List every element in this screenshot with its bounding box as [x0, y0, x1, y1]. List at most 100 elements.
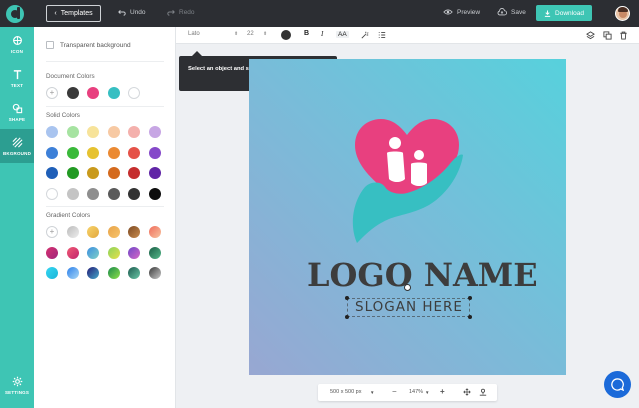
background-tool-icon [12, 137, 22, 147]
gradient-color-swatch[interactable] [46, 267, 58, 279]
solid-color-swatch[interactable] [87, 187, 99, 200]
zoom-level[interactable]: 147% [409, 389, 423, 395]
gradient-color-swatch[interactable] [107, 246, 120, 259]
reset-view-icon[interactable] [479, 388, 487, 396]
format-toolbar: Lato ⬍ 22 ⬍ B I AA [176, 27, 639, 44]
solid-color-swatch[interactable] [107, 126, 120, 138]
save-button[interactable]: Save [497, 8, 526, 16]
templates-label: Templates [60, 10, 93, 17]
trash-icon[interactable] [619, 31, 628, 40]
app-logo[interactable] [6, 5, 24, 23]
font-size-chevron-icon: ⬍ [263, 31, 268, 37]
resize-handle-top-right[interactable] [468, 296, 472, 300]
solid-color-swatch[interactable] [66, 146, 79, 159]
document-color-swatch[interactable] [87, 87, 99, 99]
gradient-color-swatch[interactable] [148, 226, 161, 238]
solid-color-swatch[interactable] [107, 187, 120, 200]
solid-color-swatch[interactable] [148, 187, 161, 200]
zoom-select-caret-icon: ▼ [425, 390, 430, 395]
solid-color-swatch[interactable] [128, 146, 140, 159]
gradient-color-swatch[interactable] [128, 267, 140, 279]
fit-screen-icon[interactable] [463, 388, 471, 396]
undo-button[interactable]: Undo [118, 8, 146, 16]
solid-colors-label: Solid Colors [46, 112, 80, 119]
nav-settings[interactable]: SETTINGS [0, 368, 34, 402]
nav-icon[interactable]: ICON [0, 27, 34, 61]
canvas-size-select[interactable]: 500 x 500 px [330, 389, 362, 395]
gradient-color-swatch[interactable] [107, 226, 120, 238]
transparent-background-checkbox[interactable] [46, 41, 54, 49]
resize-handle-top-left[interactable] [345, 296, 349, 300]
gradient-colors-label: Gradient Colors [46, 212, 91, 219]
solid-color-swatch[interactable] [66, 167, 79, 179]
zoom-bar: 500 x 500 px ▼ − 147% ▼ + [318, 384, 497, 401]
add-gradient-color-button[interactable]: + [46, 226, 58, 238]
shape-tool-icon [12, 103, 22, 113]
rotate-handle[interactable] [404, 284, 411, 291]
user-avatar[interactable] [615, 6, 630, 21]
gradient-color-swatch[interactable] [107, 267, 120, 279]
bold-button[interactable]: B [304, 30, 309, 37]
effects-icon[interactable] [361, 31, 369, 39]
solid-color-swatch[interactable] [46, 126, 58, 138]
text-color-picker[interactable] [281, 30, 291, 40]
download-button[interactable]: Download [536, 5, 592, 21]
add-document-color-button[interactable]: + [46, 87, 58, 99]
solid-color-swatch[interactable] [148, 146, 161, 159]
gradient-color-swatch[interactable] [66, 226, 79, 238]
slogan-text[interactable]: SLOGAN HERE [348, 299, 470, 315]
solid-color-swatch[interactable] [107, 146, 120, 159]
solid-color-swatch[interactable] [87, 146, 99, 159]
layers-icon[interactable] [586, 31, 595, 40]
list-icon[interactable] [378, 31, 386, 39]
chat-button[interactable] [604, 371, 631, 398]
parent-head [389, 137, 401, 149]
gradient-color-swatch[interactable] [46, 246, 58, 259]
gradient-color-swatch[interactable] [87, 226, 99, 238]
gradient-color-swatch[interactable] [148, 267, 161, 279]
templates-button[interactable]: ‹ Templates [46, 5, 101, 22]
gradient-color-swatch[interactable] [128, 246, 140, 259]
logo-graphic[interactable] [349, 115, 465, 247]
solid-color-swatch[interactable] [87, 167, 99, 179]
resize-handle-bottom-left[interactable] [345, 315, 349, 319]
font-family-select[interactable]: Lato [188, 31, 200, 37]
solid-color-swatch[interactable] [46, 167, 58, 179]
solid-color-swatch[interactable] [46, 187, 58, 200]
solid-color-swatch[interactable] [148, 126, 161, 138]
font-size-input[interactable]: 22 [247, 31, 254, 37]
redo-button[interactable]: Redo [167, 8, 195, 16]
text-case-button[interactable]: AA [336, 31, 349, 38]
gradient-color-swatch[interactable] [148, 246, 161, 259]
transparent-background-toggle[interactable]: Transparent background [46, 41, 131, 49]
gradient-color-swatch[interactable] [87, 267, 99, 279]
italic-button[interactable]: I [321, 30, 323, 38]
zoom-in-button[interactable]: + [440, 387, 445, 396]
gradient-color-swatch[interactable] [66, 246, 79, 259]
eye-icon [443, 9, 453, 15]
solid-color-swatch[interactable] [66, 126, 79, 138]
solid-color-swatch[interactable] [128, 126, 140, 138]
solid-color-swatch[interactable] [128, 167, 140, 179]
solid-color-swatch[interactable] [46, 146, 58, 159]
solid-color-swatch[interactable] [128, 187, 140, 200]
solid-color-swatch[interactable] [66, 187, 79, 200]
preview-button[interactable]: Preview [443, 8, 480, 16]
document-color-swatch[interactable] [128, 87, 140, 99]
duplicate-icon[interactable] [603, 31, 612, 40]
solid-color-swatch[interactable] [87, 126, 99, 138]
document-colors-label: Document Colors [46, 73, 95, 80]
solid-color-swatch[interactable] [148, 167, 161, 179]
gradient-color-swatch[interactable] [128, 226, 140, 238]
nav-text[interactable]: TEXT [0, 61, 34, 95]
zoom-out-button[interactable]: − [392, 387, 397, 396]
document-color-swatch[interactable] [66, 87, 79, 99]
gradient-color-swatch[interactable] [66, 267, 79, 279]
document-color-swatch[interactable] [107, 87, 120, 99]
nav-background[interactable]: BKGROUND [0, 129, 34, 163]
resize-handle-bottom-right[interactable] [468, 315, 472, 319]
gradient-color-swatch[interactable] [87, 246, 99, 259]
nav-shape[interactable]: SHAPE [0, 95, 34, 129]
divider [46, 61, 164, 62]
solid-color-swatch[interactable] [107, 167, 120, 179]
